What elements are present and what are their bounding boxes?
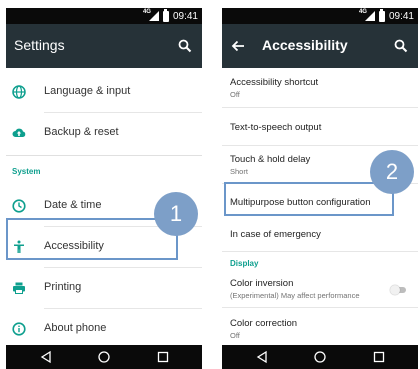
color-inversion-toggle[interactable] [390,285,408,295]
nav-back-icon[interactable] [255,350,269,364]
setting-title: In case of emergency [230,229,321,240]
clock-icon [12,199,26,213]
settings-item-label: Date & time [44,199,102,211]
signal-icon: 4G [143,9,159,22]
nav-back-icon[interactable] [39,350,53,364]
setting-text-to-speech[interactable]: Text-to-speech output [222,108,418,146]
settings-item-label: Language & input [44,85,131,97]
cloud-upload-icon [12,128,26,137]
page-title: Accessibility [262,37,348,53]
setting-title: Touch & hold delay [230,154,311,165]
setting-accessibility-shortcut[interactable]: Accessibility shortcut Off [222,68,418,108]
search-icon[interactable] [178,39,192,53]
setting-subtitle: Off [230,331,240,340]
callout-badge-step-1: 1 [154,192,198,236]
navigation-bar [6,345,202,369]
callout-highlight-multipurpose-button [224,182,394,216]
settings-item-language[interactable]: Language & input [6,72,202,113]
callout-badge-step-2: 2 [370,150,414,194]
callout-highlight-accessibility [6,218,178,260]
settings-screen: 4G 09:41 Settings Language & input Backu… [6,8,202,369]
nav-recents-icon[interactable] [372,350,386,364]
setting-color-inversion[interactable]: Color inversion (Experimental) May affec… [222,272,418,308]
section-header-display: Display [230,259,259,268]
battery-icon [162,8,169,22]
setting-title: Color correction [230,318,298,329]
nav-home-icon[interactable] [313,350,327,364]
signal-icon: 4G [359,9,375,22]
settings-item-label: Backup & reset [44,126,119,138]
back-arrow-icon[interactable] [230,38,246,54]
info-icon [12,322,26,336]
navigation-bar [222,345,418,369]
divider [6,155,202,156]
setting-in-case-of-emergency[interactable]: In case of emergency [222,218,418,252]
printer-icon [13,282,25,294]
setting-color-correction[interactable]: Color correction Off [222,308,418,344]
status-time: 09:41 [388,10,414,22]
app-bar: Accessibility [222,24,418,68]
app-bar: Settings [6,24,202,68]
page-title: Settings [14,37,65,53]
setting-title: Accessibility shortcut [230,77,319,88]
setting-title: Text-to-speech output [230,122,322,133]
settings-item-about-phone[interactable]: About phone [6,309,202,345]
setting-subtitle: Short [230,167,248,176]
setting-title: Color inversion [230,278,294,289]
settings-item-label: About phone [44,322,107,334]
nav-home-icon[interactable] [97,350,111,364]
battery-icon [378,8,385,22]
settings-item-label: Printing [44,281,82,293]
globe-icon [12,85,26,99]
status-time: 09:41 [172,10,198,22]
status-bar: 4G 09:41 [222,8,418,24]
setting-subtitle: Off [230,90,240,99]
nav-recents-icon[interactable] [156,350,170,364]
settings-item-printing[interactable]: Printing [6,268,202,309]
setting-subtitle: (Experimental) May affect performance [230,291,360,300]
section-header-system: System [12,167,41,176]
search-icon[interactable] [394,39,408,53]
settings-item-backup[interactable]: Backup & reset [6,113,202,154]
status-bar: 4G 09:41 [6,8,202,24]
